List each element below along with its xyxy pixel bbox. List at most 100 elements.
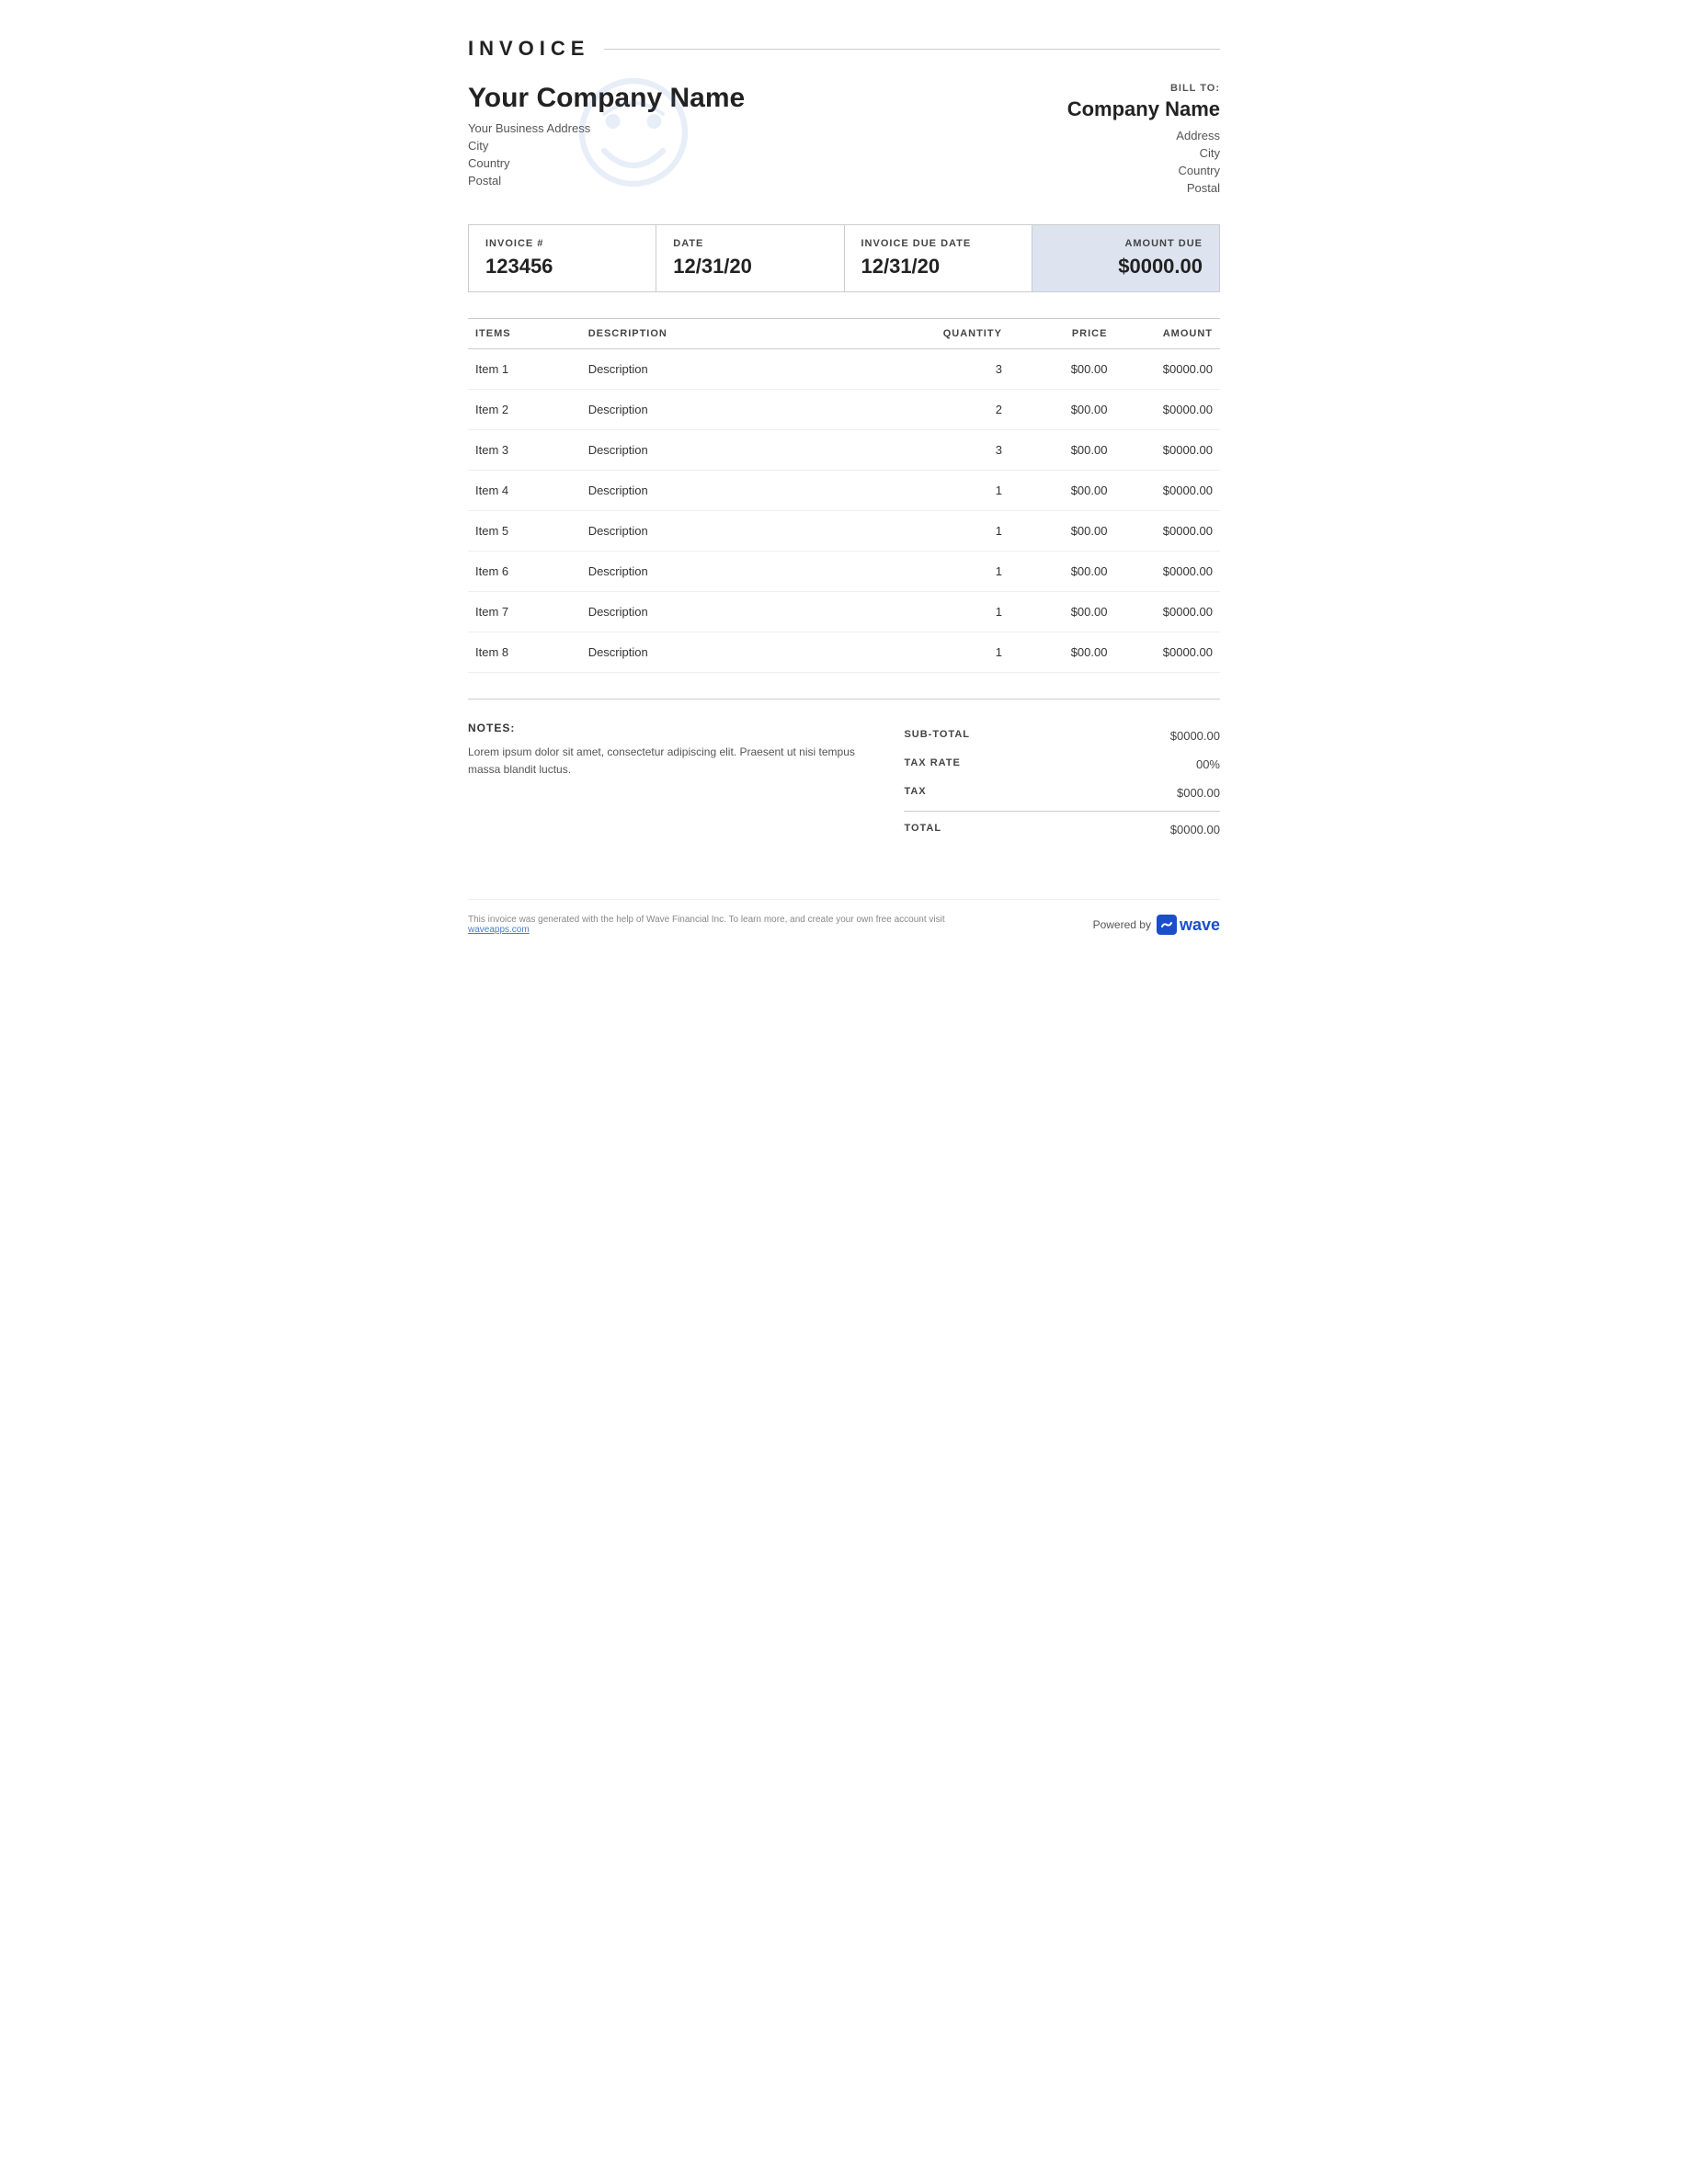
watermark-logo — [560, 74, 707, 221]
col-header-description: DESCRIPTION — [581, 319, 919, 349]
item-price-5: $00.00 — [1009, 511, 1115, 552]
bill-company-name: Company Name — [1067, 97, 1220, 121]
item-desc-3: Description — [581, 430, 919, 471]
invoice-number-label: INVOICE # — [485, 238, 639, 249]
amount-due-label: AMOUNT DUE — [1049, 238, 1203, 249]
table-row: Item 8 Description 1 $00.00 $0000.00 — [468, 632, 1220, 673]
item-amount-6: $0000.00 — [1114, 552, 1220, 592]
meta-amount-due: AMOUNT DUE $0000.00 — [1032, 225, 1219, 291]
table-row: Item 7 Description 1 $00.00 $0000.00 — [468, 592, 1220, 632]
due-date-value: 12/31/20 — [861, 255, 1015, 279]
col-header-items: ITEMS — [468, 319, 581, 349]
table-row: Item 6 Description 1 $00.00 $0000.00 — [468, 552, 1220, 592]
item-desc-5: Description — [581, 511, 919, 552]
item-desc-1: Description — [581, 349, 919, 390]
title-divider — [604, 49, 1220, 50]
invoice-header: INVOICE — [468, 37, 1220, 61]
footer-legal: This invoice was generated with the help… — [468, 915, 957, 935]
tax-value: $000.00 — [1177, 786, 1220, 800]
amount-due-value: $0000.00 — [1049, 255, 1203, 279]
item-name-7: Item 7 — [468, 592, 581, 632]
date-label: DATE — [673, 238, 827, 249]
tax-rate-value: 00% — [1196, 757, 1220, 771]
item-qty-1: 3 — [919, 349, 1009, 390]
bill-country: Country — [1067, 164, 1220, 177]
table-row: Item 1 Description 3 $00.00 $0000.00 — [468, 349, 1220, 390]
bill-city: City — [1067, 146, 1220, 160]
total-label: TOTAL — [904, 823, 941, 836]
invoice-meta: INVOICE # 123456 DATE 12/31/20 INVOICE D… — [468, 224, 1220, 292]
total-value: $0000.00 — [1170, 823, 1220, 836]
item-amount-1: $0000.00 — [1114, 349, 1220, 390]
invoice-title: INVOICE — [468, 37, 589, 61]
item-desc-2: Description — [581, 390, 919, 430]
item-qty-7: 1 — [919, 592, 1009, 632]
item-amount-3: $0000.00 — [1114, 430, 1220, 471]
item-amount-7: $0000.00 — [1114, 592, 1220, 632]
bill-to-label: BILL TO: — [1067, 83, 1220, 94]
tax-rate-label: TAX RATE — [904, 757, 960, 771]
item-price-6: $00.00 — [1009, 552, 1115, 592]
item-price-4: $00.00 — [1009, 471, 1115, 511]
meta-due-date: INVOICE DUE DATE 12/31/20 — [845, 225, 1032, 291]
total-row: TOTAL $0000.00 — [904, 815, 1220, 844]
invoice-number-value: 123456 — [485, 255, 639, 279]
item-name-6: Item 6 — [468, 552, 581, 592]
tax-row: TAX $000.00 — [904, 779, 1220, 807]
due-date-label: INVOICE DUE DATE — [861, 238, 1015, 249]
subtotal-label: SUB-TOTAL — [904, 729, 970, 743]
item-desc-7: Description — [581, 592, 919, 632]
wave-logo: wave — [1157, 915, 1220, 935]
table-header-row: ITEMS DESCRIPTION QUANTITY PRICE AMOUNT — [468, 319, 1220, 349]
subtotal-value: $0000.00 — [1170, 729, 1220, 743]
item-amount-8: $0000.00 — [1114, 632, 1220, 673]
item-amount-5: $0000.00 — [1114, 511, 1220, 552]
item-name-8: Item 8 — [468, 632, 581, 673]
table-row: Item 3 Description 3 $00.00 $0000.00 — [468, 430, 1220, 471]
item-name-5: Item 5 — [468, 511, 581, 552]
tax-rate-row: TAX RATE 00% — [904, 750, 1220, 779]
item-qty-6: 1 — [919, 552, 1009, 592]
item-qty-2: 2 — [919, 390, 1009, 430]
totals-divider — [904, 811, 1220, 812]
item-name-1: Item 1 — [468, 349, 581, 390]
date-value: 12/31/20 — [673, 255, 827, 279]
items-table: ITEMS DESCRIPTION QUANTITY PRICE AMOUNT … — [468, 318, 1220, 673]
item-name-4: Item 4 — [468, 471, 581, 511]
bill-address: Address — [1067, 129, 1220, 142]
totals-block: SUB-TOTAL $0000.00 TAX RATE 00% TAX $000… — [904, 722, 1220, 844]
table-row: Item 5 Description 1 $00.00 $0000.00 — [468, 511, 1220, 552]
footer-powered: Powered by wave — [1093, 915, 1220, 935]
item-qty-3: 3 — [919, 430, 1009, 471]
notes-label: NOTES: — [468, 722, 859, 734]
item-desc-8: Description — [581, 632, 919, 673]
item-name-3: Item 3 — [468, 430, 581, 471]
company-info: Your Company Name Your Business Address … — [468, 83, 745, 199]
col-header-amount: AMOUNT — [1114, 319, 1220, 349]
footer-section: NOTES: Lorem ipsum dolor sit amet, conse… — [468, 699, 1220, 844]
item-qty-5: 1 — [919, 511, 1009, 552]
tax-label: TAX — [904, 786, 926, 800]
meta-date: DATE 12/31/20 — [656, 225, 844, 291]
item-price-7: $00.00 — [1009, 592, 1115, 632]
table-row: Item 4 Description 1 $00.00 $0000.00 — [468, 471, 1220, 511]
item-qty-4: 1 — [919, 471, 1009, 511]
page-footer: This invoice was generated with the help… — [468, 899, 1220, 935]
subtotal-row: SUB-TOTAL $0000.00 — [904, 722, 1220, 750]
meta-invoice-number: INVOICE # 123456 — [469, 225, 656, 291]
table-row: Item 2 Description 2 $00.00 $0000.00 — [468, 390, 1220, 430]
col-header-price: PRICE — [1009, 319, 1115, 349]
powered-by-text: Powered by — [1093, 918, 1151, 931]
item-price-3: $00.00 — [1009, 430, 1115, 471]
item-price-8: $00.00 — [1009, 632, 1115, 673]
item-desc-6: Description — [581, 552, 919, 592]
item-price-2: $00.00 — [1009, 390, 1115, 430]
footer-legal-link[interactable]: waveapps.com — [468, 925, 530, 935]
notes-text: Lorem ipsum dolor sit amet, consectetur … — [468, 744, 859, 779]
col-header-quantity: QUANTITY — [919, 319, 1009, 349]
item-amount-2: $0000.00 — [1114, 390, 1220, 430]
bill-postal: Postal — [1067, 181, 1220, 195]
wave-text: wave — [1180, 916, 1220, 935]
bill-to-block: BILL TO: Company Name Address City Count… — [1067, 83, 1220, 199]
company-block: Your Company Name Your Business Address … — [468, 83, 1220, 199]
